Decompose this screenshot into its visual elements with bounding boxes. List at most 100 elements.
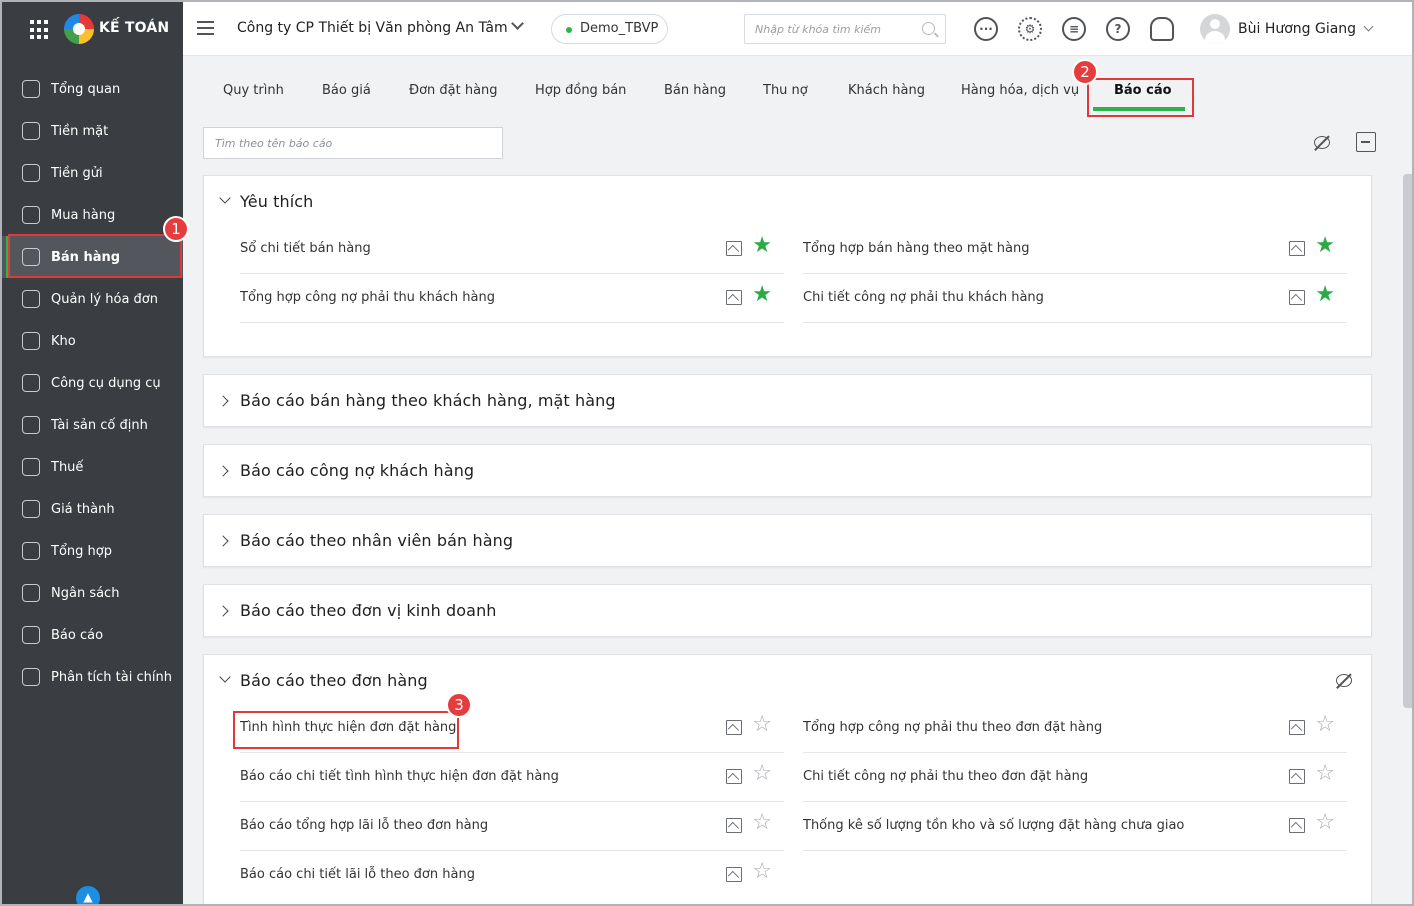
image-preview-icon[interactable] bbox=[726, 290, 742, 305]
star-outline-icon[interactable]: ☆ bbox=[752, 714, 772, 736]
scroll-up-button[interactable]: ▲ bbox=[76, 886, 100, 904]
section-header[interactable]: Báo cáo theo đơn vị kinh doanh bbox=[204, 585, 1371, 637]
tab-ban-hang[interactable]: Bán hàng bbox=[664, 83, 726, 98]
report-item[interactable]: Báo cáo chi tiết tình hình thực hiện đơn… bbox=[240, 753, 784, 802]
report-item[interactable]: Báo cáo tổng hợp lãi lỗ theo đơn hàng ☆ bbox=[240, 802, 784, 851]
help-icon[interactable]: ? bbox=[1106, 17, 1130, 41]
report-name[interactable]: Báo cáo chi tiết tình hình thực hiện đơn… bbox=[240, 769, 559, 784]
sidebar-item-mua-hang[interactable]: Mua hàng bbox=[2, 194, 183, 236]
report-name[interactable]: Chi tiết công nợ phải thu theo đơn đặt h… bbox=[803, 769, 1088, 784]
report-name[interactable]: Sổ chi tiết bán hàng bbox=[240, 241, 371, 256]
chevron-down-icon[interactable] bbox=[1363, 21, 1374, 32]
image-preview-icon[interactable] bbox=[726, 769, 742, 784]
tab-hang-hoa-dich-vu[interactable]: Hàng hóa, dịch vụ bbox=[961, 83, 1079, 98]
avatar[interactable] bbox=[1200, 14, 1230, 44]
tab-bao-gia[interactable]: Báo giá bbox=[322, 83, 371, 98]
eye-off-icon[interactable] bbox=[1314, 136, 1330, 149]
image-preview-icon[interactable] bbox=[1289, 241, 1305, 256]
star-outline-icon[interactable]: ☆ bbox=[1315, 812, 1335, 834]
gear-icon[interactable]: ⚙ bbox=[1018, 17, 1042, 41]
sidebar-item-tien-gui[interactable]: Tiền gửi bbox=[2, 152, 183, 194]
image-preview-icon[interactable] bbox=[726, 241, 742, 256]
report-name[interactable]: Tổng hợp công nợ phải thu theo đơn đặt h… bbox=[803, 720, 1102, 735]
report-name[interactable]: Báo cáo chi tiết lãi lỗ theo đơn hàng bbox=[240, 867, 475, 882]
sidebar-item-tong-hop[interactable]: Tổng hợp bbox=[2, 530, 183, 572]
report-item[interactable]: Thống kê số lượng tồn kho và số lượng đặ… bbox=[803, 802, 1347, 851]
report-item[interactable]: Sổ chi tiết bán hàng ★ bbox=[240, 225, 784, 274]
tab-don-dat-hang[interactable]: Đơn đặt hàng bbox=[409, 83, 498, 98]
report-name[interactable]: Tổng hợp bán hàng theo mặt hàng bbox=[803, 241, 1030, 256]
star-outline-icon[interactable]: ☆ bbox=[752, 812, 772, 834]
chevron-down-icon[interactable] bbox=[511, 17, 524, 30]
sidebar-item-gia-thanh[interactable]: Giá thành bbox=[2, 488, 183, 530]
star-filled-icon[interactable]: ★ bbox=[1315, 235, 1335, 257]
bell-icon[interactable] bbox=[1150, 17, 1174, 41]
image-preview-icon[interactable] bbox=[726, 720, 742, 735]
user-name[interactable]: Bùi Hương Giang bbox=[1238, 21, 1356, 37]
report-name[interactable]: Chi tiết công nợ phải thu khách hàng bbox=[803, 290, 1044, 305]
sidebar-item-quan-ly-hoa-don[interactable]: Quản lý hóa đơn bbox=[2, 278, 183, 320]
sidebar-item-ngan-sach[interactable]: Ngân sách bbox=[2, 572, 183, 614]
section-header[interactable]: Báo cáo bán hàng theo khách hàng, mặt hà… bbox=[204, 375, 1371, 427]
sidebar-item-phan-tich-tai-chinh[interactable]: Phân tích tài chính bbox=[2, 656, 183, 698]
report-item[interactable]: Chi tiết công nợ phải thu khách hàng ★ bbox=[803, 274, 1347, 323]
collapse-all-icon[interactable] bbox=[1356, 132, 1376, 152]
section-customer-debt[interactable]: Báo cáo công nợ khách hàng bbox=[203, 444, 1372, 497]
star-outline-icon[interactable]: ☆ bbox=[1315, 714, 1335, 736]
report-item[interactable]: Tổng hợp công nợ phải thu theo đơn đặt h… bbox=[803, 704, 1347, 753]
chevron-right-icon[interactable] bbox=[217, 605, 229, 617]
report-item[interactable]: Báo cáo chi tiết lãi lỗ theo đơn hàng ☆ bbox=[240, 851, 784, 900]
tab-quy-trinh[interactable]: Quy trình bbox=[223, 83, 284, 98]
image-preview-icon[interactable] bbox=[1289, 720, 1305, 735]
report-item[interactable]: Tổng hợp bán hàng theo mặt hàng ★ bbox=[803, 225, 1347, 274]
star-outline-icon[interactable]: ☆ bbox=[752, 861, 772, 883]
image-preview-icon[interactable] bbox=[1289, 769, 1305, 784]
eye-off-icon[interactable] bbox=[1336, 674, 1352, 687]
chevron-down-icon[interactable] bbox=[219, 671, 231, 683]
image-preview-icon[interactable] bbox=[1289, 290, 1305, 305]
report-name[interactable]: Tổng hợp công nợ phải thu khách hàng bbox=[240, 290, 495, 305]
sidebar-item-bao-cao[interactable]: Báo cáo bbox=[2, 614, 183, 656]
app-grid-icon[interactable] bbox=[30, 20, 50, 40]
section-by-staff[interactable]: Báo cáo theo nhân viên bán hàng bbox=[203, 514, 1372, 567]
star-filled-icon[interactable]: ★ bbox=[1315, 284, 1335, 306]
tab-thu-no[interactable]: Thu nợ bbox=[763, 83, 808, 98]
chevron-down-icon[interactable] bbox=[219, 192, 231, 204]
section-by-unit[interactable]: Báo cáo theo đơn vị kinh doanh bbox=[203, 584, 1372, 637]
report-name[interactable]: Thống kê số lượng tồn kho và số lượng đặ… bbox=[803, 818, 1184, 833]
search-icon[interactable] bbox=[922, 22, 935, 35]
scrollbar[interactable] bbox=[1403, 174, 1412, 708]
section-header[interactable]: Báo cáo theo đơn hàng bbox=[204, 655, 1371, 707]
image-preview-icon[interactable] bbox=[1289, 818, 1305, 833]
section-header[interactable]: Báo cáo theo nhân viên bán hàng bbox=[204, 515, 1371, 567]
report-name[interactable]: Báo cáo tổng hợp lãi lỗ theo đơn hàng bbox=[240, 818, 488, 833]
company-selector[interactable]: Công ty CP Thiết bị Văn phòng An Tâm bbox=[237, 20, 508, 36]
sidebar-item-tong-quan[interactable]: Tổng quan bbox=[2, 68, 183, 110]
hamburger-menu-icon[interactable] bbox=[197, 21, 214, 35]
sidebar-item-tai-san-co-dinh[interactable]: Tài sản cố định bbox=[2, 404, 183, 446]
chevron-right-icon[interactable] bbox=[217, 465, 229, 477]
chevron-right-icon[interactable] bbox=[217, 535, 229, 547]
more-options-icon[interactable]: ··· bbox=[974, 17, 998, 41]
section-header[interactable]: Yêu thích bbox=[204, 176, 1371, 228]
star-filled-icon[interactable]: ★ bbox=[752, 235, 772, 257]
tab-hop-dong-ban[interactable]: Hợp đồng bán bbox=[535, 83, 626, 98]
sidebar-item-cong-cu-dung-cu[interactable]: Công cụ dụng cụ bbox=[2, 362, 183, 404]
star-outline-icon[interactable]: ☆ bbox=[1315, 763, 1335, 785]
report-item[interactable]: Tổng hợp công nợ phải thu khách hàng ★ bbox=[240, 274, 784, 323]
report-item[interactable]: Chi tiết công nợ phải thu theo đơn đặt h… bbox=[803, 753, 1347, 802]
sidebar-item-thue[interactable]: Thuế bbox=[2, 446, 183, 488]
image-preview-icon[interactable] bbox=[726, 867, 742, 882]
chat-icon[interactable]: ≡ bbox=[1062, 17, 1086, 41]
image-preview-icon[interactable] bbox=[726, 818, 742, 833]
database-selector[interactable]: Demo_TBVP bbox=[551, 14, 668, 44]
tab-khach-hang[interactable]: Khách hàng bbox=[848, 83, 925, 98]
sidebar-item-tien-mat[interactable]: Tiền mặt bbox=[2, 110, 183, 152]
chevron-right-icon[interactable] bbox=[217, 395, 229, 407]
sidebar-item-kho[interactable]: Kho bbox=[2, 320, 183, 362]
section-header[interactable]: Báo cáo công nợ khách hàng bbox=[204, 445, 1371, 497]
report-search-input[interactable]: Tìm theo tên báo cáo bbox=[203, 127, 503, 159]
star-outline-icon[interactable]: ☆ bbox=[752, 763, 772, 785]
section-by-customer[interactable]: Báo cáo bán hàng theo khách hàng, mặt hà… bbox=[203, 374, 1372, 427]
star-filled-icon[interactable]: ★ bbox=[752, 284, 772, 306]
